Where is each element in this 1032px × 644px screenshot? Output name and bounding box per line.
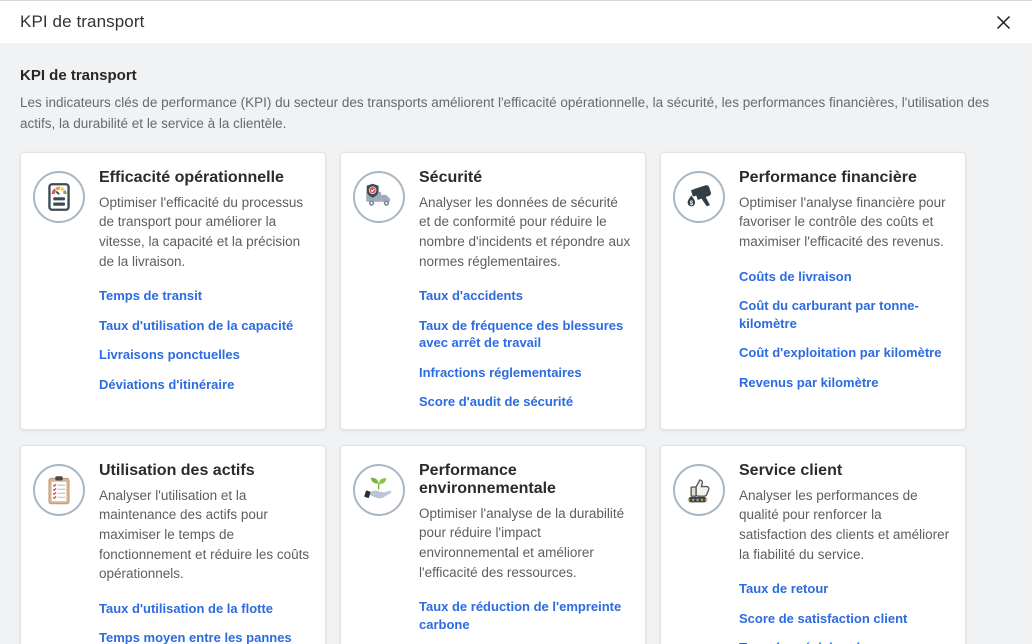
kpi-link[interactable]: Taux d'accidents (419, 287, 631, 305)
card-description: Optimiser l'analyse financière pour favo… (739, 193, 951, 252)
card-link-list: Temps de transit Taux d'utilisation de la… (99, 287, 311, 393)
card-title: Utilisation des actifs (99, 462, 311, 480)
kpi-card-1: Efficacité opérationnelle Optimiser l'ef… (20, 152, 326, 430)
operational-efficiency-gauge-icon (33, 171, 85, 223)
kpi-link[interactable]: Taux d'utilisation de la flotte (99, 600, 311, 618)
kpi-content: KPI de transport Les indicateurs clés de… (0, 43, 1032, 644)
kpi-card-4: Utilisation des actifs Analyser l'utilis… (20, 445, 326, 644)
card-link-list: Coûts de livraison Coût du carburant par … (739, 268, 951, 392)
fuel-nozzle-dollar-icon: $ (673, 171, 725, 223)
safety-truck-shield-icon (353, 171, 405, 223)
kpi-link[interactable]: Livraisons ponctuelles (99, 346, 311, 364)
page-title: KPI de transport (20, 67, 1012, 84)
kpi-link[interactable]: Taux de retour (739, 580, 951, 598)
thumbs-up-rating-icon: ★★★★★ (673, 464, 725, 516)
card-title: Performance financière (739, 169, 951, 187)
card-link-list: Taux d'accidents Taux de fréquence des bl… (419, 287, 631, 411)
card-description: Analyser les performances de qualité pou… (739, 486, 951, 564)
card-title: Sécurité (419, 169, 631, 187)
kpi-link[interactable]: Infractions réglementaires (419, 364, 631, 382)
card-title: Efficacité opérationnelle (99, 169, 311, 187)
kpi-link[interactable]: Revenus par kilomètre (739, 374, 951, 392)
close-icon (996, 15, 1011, 30)
kpi-link[interactable]: Score de satisfaction client (739, 610, 951, 628)
page-description: Les indicateurs clés de performance (KPI… (20, 93, 1010, 135)
kpi-card-3: $ Performance financière Optimiser l'ana… (660, 152, 966, 430)
card-title: Performance environnementale (419, 462, 631, 498)
plant-in-hand-icon (353, 464, 405, 516)
card-title: Service client (739, 462, 951, 480)
svg-text:★★★★★: ★★★★★ (687, 497, 709, 503)
kpi-link[interactable]: Score d'audit de sécurité (419, 393, 631, 411)
dialog-title: KPI de transport (20, 12, 144, 32)
kpi-card-6: ★★★★★ Service client Analyser les perfor… (660, 445, 966, 644)
card-link-list: Taux d'utilisation de la flotte Temps moy… (99, 600, 311, 644)
kpi-link[interactable]: Taux de précision des commandes (739, 639, 951, 644)
kpi-card-5: Performance environnementale Optimiser l… (340, 445, 646, 644)
dialog-titlebar: KPI de transport (0, 0, 1032, 43)
kpi-link[interactable]: Déviations d'itinéraire (99, 376, 311, 394)
card-link-list: Taux de réduction de l'empreinte carbone… (419, 598, 631, 644)
kpi-link[interactable]: Temps moyen entre les pannes (99, 629, 311, 644)
kpi-link[interactable]: Taux de réduction de l'empreinte carbone (419, 598, 631, 633)
card-description: Analyser l'utilisation et la maintenance… (99, 486, 311, 584)
card-description: Optimiser l'efficacité du processus de t… (99, 193, 311, 271)
card-description: Analyser les données de sécurité et de c… (419, 193, 631, 271)
card-link-list: Taux de retour Score de satisfaction clie… (739, 580, 951, 644)
kpi-link[interactable]: Taux de fréquence des blessures avec arr… (419, 317, 631, 352)
kpi-link[interactable]: Temps de transit (99, 287, 311, 305)
kpi-link[interactable]: Coûts de livraison (739, 268, 951, 286)
kpi-link[interactable]: Coût d'exploitation par kilomètre (739, 344, 951, 362)
close-button[interactable] (990, 9, 1016, 35)
kpi-card-2: Sécurité Analyser les données de sécurit… (340, 152, 646, 430)
kpi-link[interactable]: Coût du carburant par tonne-kilomètre (739, 297, 951, 332)
kpi-grid: Efficacité opérationnelle Optimiser l'ef… (20, 152, 1012, 644)
kpi-link[interactable]: Taux d'utilisation de la capacité (99, 317, 311, 335)
asset-checklist-icon (33, 464, 85, 516)
card-description: Optimiser l'analyse de la durabilité pou… (419, 504, 631, 582)
